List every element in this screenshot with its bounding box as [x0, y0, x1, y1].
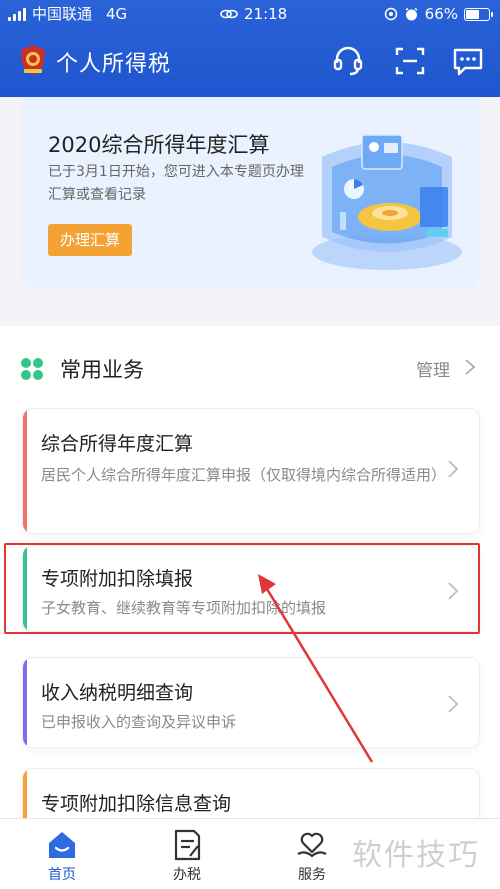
- card-accent: [23, 658, 27, 747]
- scan-icon[interactable]: [393, 44, 427, 78]
- chevron-right-icon[interactable]: [464, 358, 476, 376]
- card-accent: [23, 409, 27, 533]
- watermark-text: 软件技巧: [352, 838, 480, 873]
- service-description: 子女教育、继续教育等专项附加扣除的填报: [41, 599, 327, 617]
- network-label: 4G: [106, 5, 128, 23]
- card-accent: [23, 546, 27, 631]
- banner-title: 2020综合所得年度汇算: [48, 133, 270, 157]
- four-leaf-icon: [21, 358, 43, 380]
- tax-doc-icon: [174, 829, 201, 861]
- service-title: 综合所得年度汇算: [41, 433, 194, 455]
- section-header: 常用业务 管理: [0, 326, 500, 408]
- annotation-arrow-icon: [258, 574, 374, 763]
- clock-time: 21:18: [244, 5, 288, 23]
- heart-hand-icon: [297, 832, 327, 858]
- service-description: 已申报收入的查询及异议申诉: [41, 713, 237, 731]
- home-icon: [49, 832, 75, 858]
- manage-link[interactable]: 管理: [416, 356, 450, 381]
- app-title: 个人所得税: [56, 52, 172, 77]
- carrier-label: 中国联通: [32, 5, 93, 23]
- battery-icon: [464, 7, 493, 21]
- nav-label: 服务: [298, 867, 326, 883]
- nav-tax[interactable]: 办税: [137, 819, 237, 889]
- service-description: 居民个人综合所得年度汇算申报（仅取得境内综合所得适用）: [41, 466, 447, 484]
- service-title: 收入纳税明细查询: [41, 682, 194, 704]
- chevron-right-icon: [448, 460, 459, 478]
- signal-icon: [8, 7, 26, 21]
- banner-description: 已于3月1日开始，您可进入本专题页办理汇算或查看记录: [48, 164, 304, 203]
- app-bar: 个人所得税: [0, 28, 500, 97]
- service-card-annual-settlement[interactable]: 综合所得年度汇算 居民个人综合所得年度汇算申报（仅取得境内综合所得适用）: [22, 408, 480, 534]
- tax-emblem-icon: [21, 45, 45, 75]
- message-icon[interactable]: [451, 44, 485, 78]
- chevron-right-icon: [448, 695, 459, 713]
- nav-home[interactable]: 首页: [12, 819, 112, 889]
- nav-label: 首页: [48, 867, 76, 883]
- chevron-right-icon: [448, 582, 459, 600]
- customer-service-icon[interactable]: [331, 44, 365, 78]
- nav-service[interactable]: 服务: [262, 819, 362, 889]
- link-icon: [220, 9, 238, 19]
- rotation-lock-icon: [384, 7, 397, 21]
- service-title: 专项附加扣除信息查询: [41, 793, 232, 815]
- annual-settlement-banner[interactable]: 2020综合所得年度汇算 已于3月1日开始，您可进入本专题页办理汇算或查看记录 …: [22, 97, 480, 289]
- nav-label: 办税: [173, 867, 201, 883]
- status-bar: 中国联通 4G 21:18 66%: [0, 0, 500, 28]
- handle-settlement-button[interactable]: 办理汇算: [48, 224, 133, 256]
- alarm-icon: [405, 7, 418, 20]
- settlement-illustration-icon: [312, 134, 462, 270]
- battery-percent: 66%: [424, 5, 458, 23]
- section-title: 常用业务: [60, 358, 144, 382]
- service-title: 专项附加扣除填报: [41, 568, 194, 590]
- app-header: 中国联通 4G 21:18 66% 个人所得税: [0, 0, 500, 97]
